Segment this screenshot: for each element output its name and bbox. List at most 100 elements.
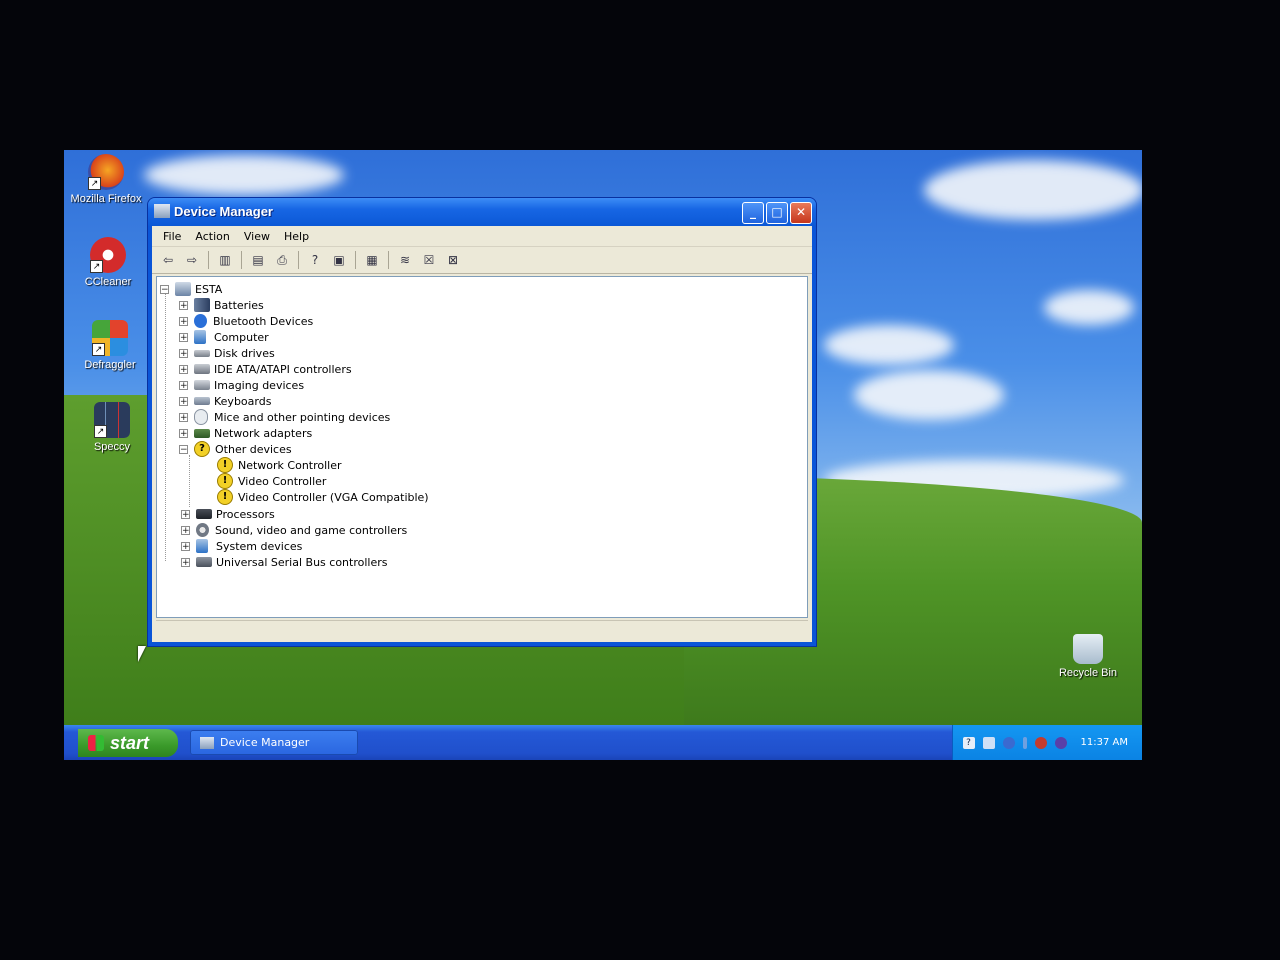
imaging-device-icon bbox=[194, 380, 210, 390]
window-client-area: File Action View Help ⇦ ⇨ ▥ ▤ ⎙ ? ▣ ▦ ≋ bbox=[152, 226, 812, 642]
expand-toggle[interactable]: + bbox=[179, 396, 188, 406]
speccy-icon: ↗ bbox=[94, 402, 130, 438]
tree-item-label: Bluetooth Devices bbox=[213, 314, 314, 328]
tree-child-video-controller[interactable]: ! Video Controller bbox=[217, 473, 326, 489]
print-icon[interactable]: ⎙ bbox=[273, 252, 291, 268]
tree-item-batteries[interactable]: + Batteries bbox=[179, 297, 264, 313]
security-icon[interactable] bbox=[1002, 736, 1015, 749]
tree-item-other-devices[interactable]: − ? Other devices bbox=[179, 441, 292, 457]
tree-root-label: ESTA bbox=[195, 282, 223, 296]
update-driver-icon[interactable]: ≋ bbox=[396, 252, 414, 268]
expand-toggle[interactable]: + bbox=[179, 380, 188, 390]
close-button[interactable]: ✕ bbox=[790, 202, 812, 224]
app-tray-icon[interactable] bbox=[1054, 736, 1067, 749]
usb-icon bbox=[196, 557, 212, 567]
computer-icon bbox=[194, 330, 206, 344]
desktop-icon-label: Speccy bbox=[93, 441, 131, 453]
back-icon[interactable]: ⇦ bbox=[159, 252, 177, 268]
tree-item-label: Computer bbox=[214, 330, 269, 344]
scan-hardware-icon[interactable]: ▦ bbox=[363, 252, 381, 268]
toolbar: ⇦ ⇨ ▥ ▤ ⎙ ? ▣ ▦ ≋ ☒ ⊠ bbox=[152, 247, 812, 274]
clock[interactable]: 11:37 AM bbox=[1081, 737, 1128, 748]
expand-toggle[interactable]: + bbox=[179, 332, 188, 342]
properties-icon[interactable]: ▤ bbox=[249, 252, 267, 268]
disable-icon[interactable]: ⊠ bbox=[444, 252, 462, 268]
expand-toggle[interactable]: + bbox=[181, 525, 190, 535]
expand-toggle[interactable]: + bbox=[179, 348, 188, 358]
title-bar[interactable]: Device Manager _ □ ✕ bbox=[148, 198, 816, 226]
toolbar-separator bbox=[208, 251, 209, 269]
tree-item-mice[interactable]: + Mice and other pointing devices bbox=[179, 409, 390, 425]
tree-child-network-controller[interactable]: ! Network Controller bbox=[217, 457, 342, 473]
desktop-icon-defraggler[interactable]: ↗ Defraggler bbox=[68, 320, 152, 371]
tree-item-system-devices[interactable]: + System devices bbox=[181, 538, 302, 554]
taskbar-button-device-manager[interactable]: Device Manager bbox=[190, 730, 358, 755]
menu-help[interactable]: Help bbox=[277, 230, 316, 243]
maximize-button[interactable]: □ bbox=[766, 202, 788, 224]
desktop-icon-label: Mozilla Firefox bbox=[70, 193, 142, 205]
help-icon[interactable]: ? bbox=[306, 252, 324, 268]
desktop-icon-label: CCleaner bbox=[84, 276, 132, 288]
tree-item-label: Imaging devices bbox=[214, 378, 305, 392]
desktop-icon-label: Recycle Bin bbox=[1058, 667, 1118, 679]
desktop-icon-ccleaner[interactable]: ↗ CCleaner bbox=[66, 237, 150, 288]
computer-icon bbox=[154, 204, 170, 218]
expand-toggle[interactable]: + bbox=[179, 316, 188, 326]
menu-file[interactable]: File bbox=[156, 230, 188, 243]
tree-child-label: Network Controller bbox=[238, 458, 342, 472]
taskbar-button-label: Device Manager bbox=[220, 736, 310, 749]
tree-item-sound[interactable]: + Sound, video and game controllers bbox=[181, 522, 407, 538]
forward-icon[interactable]: ⇨ bbox=[183, 252, 201, 268]
expand-toggle[interactable]: + bbox=[181, 557, 190, 567]
tree-item-usb[interactable]: + Universal Serial Bus controllers bbox=[181, 554, 387, 570]
tree-item-imaging[interactable]: + Imaging devices bbox=[179, 377, 304, 393]
expand-toggle[interactable]: + bbox=[181, 541, 190, 551]
menu-view[interactable]: View bbox=[237, 230, 277, 243]
window-title: Device Manager bbox=[174, 204, 273, 219]
minimize-button[interactable]: _ bbox=[742, 202, 764, 224]
processor-icon bbox=[196, 509, 212, 519]
tree-item-network-adapters[interactable]: + Network adapters bbox=[179, 425, 312, 441]
tree-item-ide[interactable]: + IDE ATA/ATAPI controllers bbox=[179, 361, 352, 377]
start-button[interactable]: start bbox=[78, 729, 178, 757]
tree-item-processors[interactable]: + Processors bbox=[181, 506, 275, 522]
tree-child-video-controller-vga[interactable]: ! Video Controller (VGA Compatible) bbox=[217, 489, 429, 505]
desktop-icon-firefox[interactable]: ↗ Mozilla Firefox bbox=[64, 154, 148, 205]
volume-icon[interactable] bbox=[1022, 736, 1027, 749]
uninstall-icon[interactable]: ☒ bbox=[420, 252, 438, 268]
toolbar-separator bbox=[241, 251, 242, 269]
tree-item-keyboards[interactable]: + Keyboards bbox=[179, 393, 271, 409]
alert-icon[interactable] bbox=[1034, 736, 1047, 749]
expand-toggle[interactable]: + bbox=[179, 412, 188, 422]
tree-item-label: Disk drives bbox=[214, 346, 275, 360]
expand-toggle[interactable]: + bbox=[179, 300, 188, 310]
collapse-toggle[interactable]: − bbox=[160, 284, 169, 294]
device-tree: − ESTA + Batteries + Bluetooth Devices + bbox=[156, 276, 808, 618]
warning-icon: ! bbox=[217, 473, 233, 489]
keyboard-icon bbox=[194, 397, 210, 405]
mouse-cursor-icon bbox=[138, 646, 146, 662]
menu-action[interactable]: Action bbox=[188, 230, 236, 243]
view-icon[interactable]: ▣ bbox=[330, 252, 348, 268]
expand-toggle[interactable]: + bbox=[181, 509, 190, 519]
tree-root[interactable]: − ESTA bbox=[160, 281, 222, 297]
expand-toggle[interactable]: + bbox=[179, 428, 188, 438]
desktop-icon-speccy[interactable]: ↗ Speccy bbox=[70, 402, 154, 453]
start-label: start bbox=[110, 732, 150, 753]
desktop-icon-recycle-bin[interactable]: Recycle Bin bbox=[1046, 634, 1130, 679]
tree-item-disk-drives[interactable]: + Disk drives bbox=[179, 345, 275, 361]
sound-icon bbox=[196, 523, 209, 537]
expand-toggle[interactable]: + bbox=[179, 364, 188, 374]
status-bar bbox=[156, 620, 808, 639]
show-hide-tree-icon[interactable]: ▥ bbox=[216, 252, 234, 268]
network-icon[interactable] bbox=[982, 736, 995, 749]
desktop: ↗ Mozilla Firefox ↗ CCleaner ↗ Defraggle… bbox=[64, 150, 1142, 760]
tree-item-bluetooth[interactable]: + Bluetooth Devices bbox=[179, 313, 313, 329]
cloud bbox=[1044, 290, 1134, 325]
tree-item-label: IDE ATA/ATAPI controllers bbox=[214, 362, 352, 376]
tree-item-computer[interactable]: + Computer bbox=[179, 329, 269, 345]
tree-item-label: Sound, video and game controllers bbox=[215, 523, 408, 537]
collapse-toggle[interactable]: − bbox=[179, 444, 188, 454]
help-icon[interactable]: ? bbox=[962, 736, 975, 749]
tree-line bbox=[165, 289, 166, 561]
